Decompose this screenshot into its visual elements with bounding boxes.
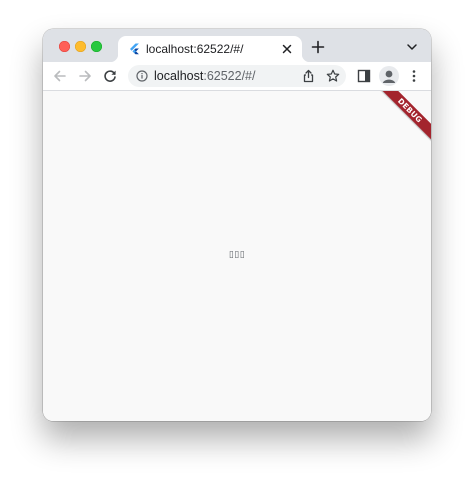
forward-arrow-icon[interactable] — [77, 68, 93, 84]
person-icon — [382, 70, 396, 83]
new-tab-icon[interactable] — [311, 40, 325, 54]
minimize-window-button[interactable] — [75, 41, 86, 52]
more-vert-icon[interactable] — [409, 69, 419, 83]
close-tab-icon[interactable] — [280, 42, 294, 56]
reload-icon[interactable] — [102, 68, 118, 84]
chevron-down-icon[interactable] — [406, 42, 418, 52]
url-text[interactable]: localhost:62522/#/ — [154, 69, 255, 83]
maximize-window-button[interactable] — [91, 41, 102, 52]
share-icon[interactable] — [302, 69, 315, 83]
tab-title: localhost:62522/#/ — [146, 42, 244, 56]
back-arrow-icon[interactable] — [52, 68, 68, 84]
bookmark-star-icon[interactable] — [326, 69, 340, 83]
profile-avatar[interactable] — [379, 66, 399, 86]
side-panel-icon[interactable] — [357, 69, 371, 83]
browser-window: localhost:62522/#/ localhost:62522/#/ ▯▯… — [43, 29, 431, 421]
address-bar[interactable]: localhost:62522/#/ — [128, 65, 346, 87]
url-path: :62522/#/ — [203, 69, 256, 83]
page-content: ▯▯▯ DEBUG — [43, 91, 431, 421]
browser-tab[interactable]: localhost:62522/#/ — [110, 36, 310, 62]
debug-banner: DEBUG — [375, 91, 431, 145]
flutter-icon — [130, 43, 139, 55]
browser-toolbar: localhost:62522/#/ — [43, 62, 431, 91]
info-icon[interactable] — [136, 70, 148, 82]
placeholder-glyphs: ▯▯▯ — [228, 249, 246, 259]
close-window-button[interactable] — [59, 41, 70, 52]
title-bar: localhost:62522/#/ — [43, 29, 431, 62]
url-host: localhost — [154, 69, 204, 83]
